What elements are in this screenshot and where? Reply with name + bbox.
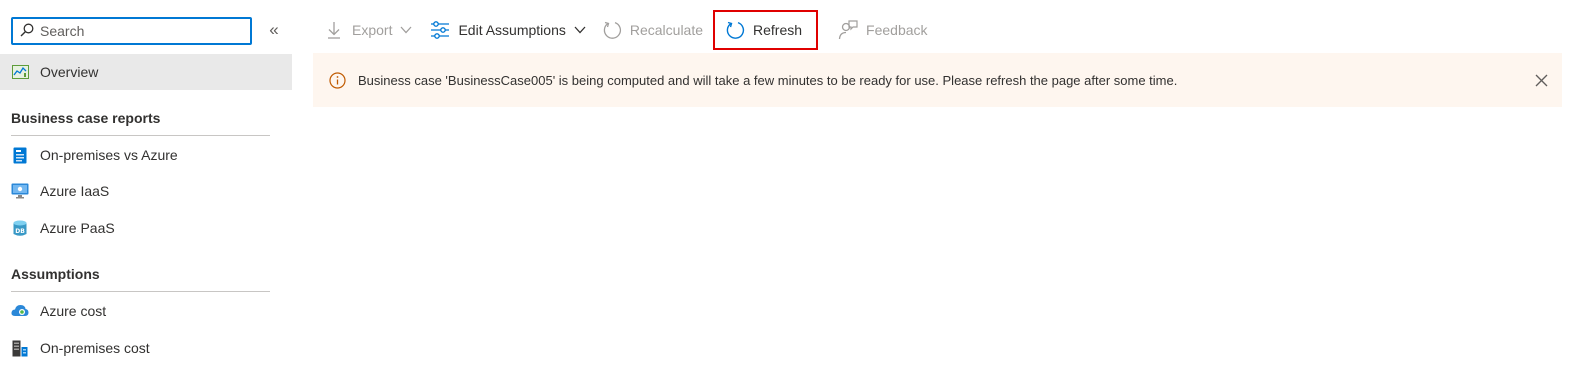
sidebar: « Overview Business case reports On-prem… [0, 0, 292, 387]
cloud-cost-icon [11, 302, 29, 320]
sidebar-item-label: Azure PaaS [40, 220, 115, 236]
chevron-down-icon [400, 24, 412, 36]
sidebar-item-label: Azure IaaS [40, 183, 110, 199]
recalculate-button[interactable]: Recalculate [596, 12, 709, 48]
sidebar-item-on-premises-cost[interactable]: On-premises cost [0, 330, 292, 366]
sidebar-item-overview[interactable]: Overview [0, 54, 292, 90]
collapse-sidebar-button[interactable]: « [264, 20, 284, 40]
download-icon [324, 20, 344, 40]
notification-banner: Business case 'BusinessCase005' is being… [313, 53, 1562, 107]
notification-message: Business case 'BusinessCase005' is being… [358, 72, 1178, 88]
close-icon[interactable] [1532, 71, 1550, 89]
refresh-label: Refresh [753, 22, 803, 38]
sidebar-item-label: On-premises vs Azure [40, 147, 178, 163]
refresh-button[interactable]: Refresh [713, 10, 819, 50]
feedback-icon [838, 20, 858, 40]
sidebar-item-azure-paas[interactable]: DB Azure PaaS [0, 210, 292, 246]
section-heading-business-case-reports: Business case reports [11, 110, 161, 126]
export-label: Export [352, 22, 393, 38]
info-icon [329, 71, 347, 89]
feedback-label: Feedback [866, 22, 928, 38]
refresh-icon [725, 20, 745, 40]
feedback-button[interactable]: Feedback [832, 12, 933, 48]
search-box[interactable] [11, 17, 252, 45]
edit-assumptions-button[interactable]: Edit Assumptions [424, 12, 591, 48]
sidebar-item-azure-iaas[interactable]: Azure IaaS [0, 173, 292, 209]
recalculate-label: Recalculate [629, 22, 704, 38]
settings-sliders-icon [430, 20, 450, 40]
sidebar-item-label: Azure cost [40, 303, 107, 319]
section-divider [11, 291, 270, 292]
overview-chart-icon [11, 63, 29, 81]
section-divider [11, 135, 270, 136]
sidebar-item-label: On-premises cost [40, 340, 150, 356]
chevron-down-icon [574, 24, 586, 36]
sidebar-item-on-premises-vs-azure[interactable]: On-premises vs Azure [0, 137, 292, 173]
section-heading-assumptions: Assumptions [11, 266, 100, 282]
sidebar-item-label: Overview [40, 64, 99, 80]
search-input[interactable] [40, 23, 240, 39]
database-icon: DB [11, 219, 29, 237]
search-icon [20, 23, 34, 40]
edit-assumptions-label: Edit Assumptions [458, 22, 566, 38]
sidebar-item-azure-cost[interactable]: Azure cost [0, 293, 292, 329]
svg-text:DB: DB [15, 228, 25, 235]
virtual-machine-icon [11, 182, 29, 200]
recalculate-icon [602, 20, 622, 40]
server-building-icon [11, 339, 29, 357]
report-document-icon [11, 146, 29, 164]
command-bar: Export Edit Assumptions Recalculate Refr… [318, 10, 934, 50]
export-button[interactable]: Export [318, 12, 418, 48]
